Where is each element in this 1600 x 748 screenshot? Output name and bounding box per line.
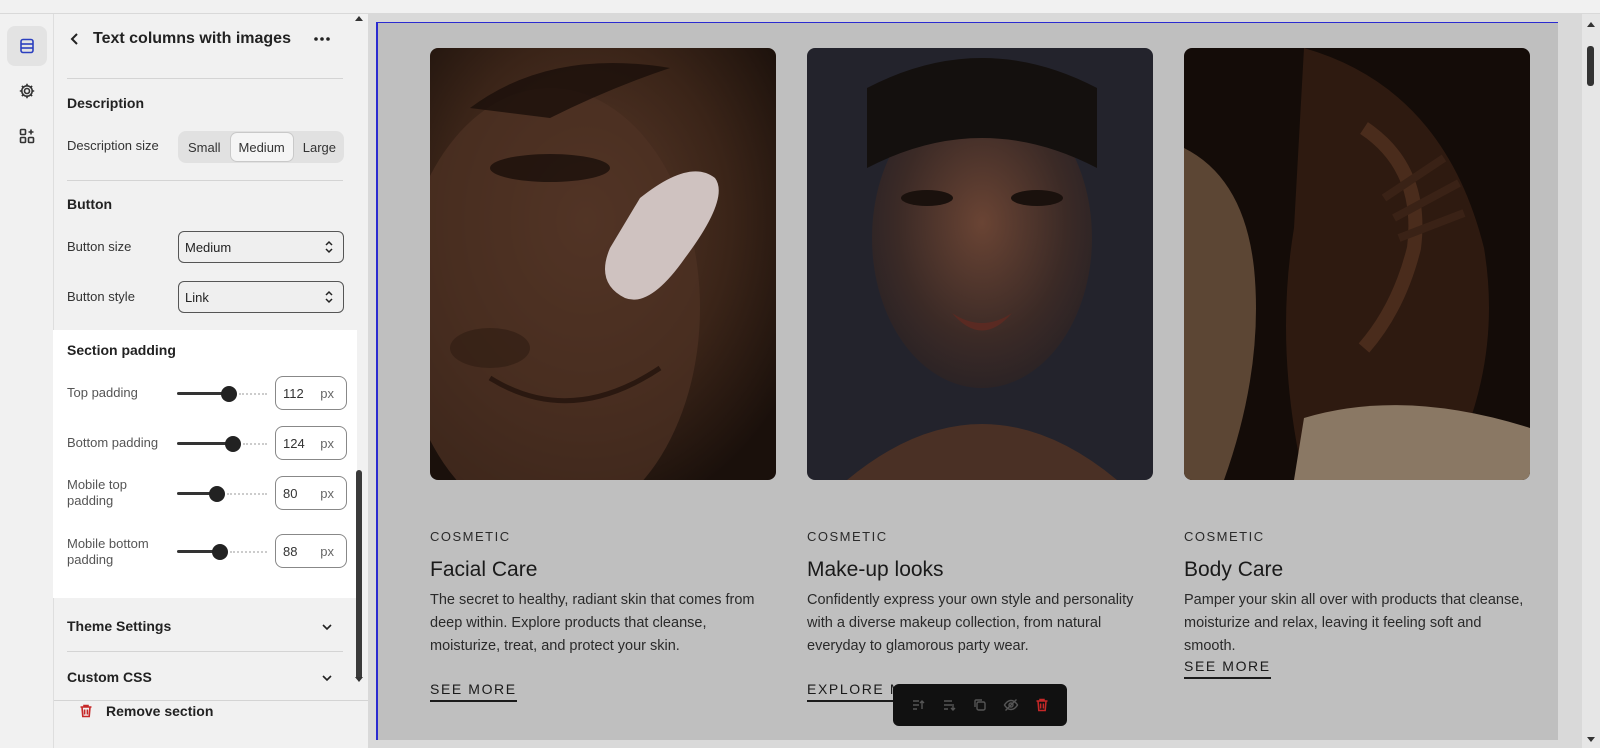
- panel-title: Text columns with images: [93, 30, 291, 47]
- bottom-padding-slider[interactable]: [177, 436, 267, 452]
- description-size-segmented: Small Medium Large: [178, 131, 344, 163]
- back-arrow-icon[interactable]: [66, 30, 84, 48]
- bottom-padding-label: Bottom padding: [67, 435, 159, 450]
- move-up-icon[interactable]: [910, 697, 926, 713]
- slider-thumb[interactable]: [212, 544, 228, 560]
- move-down-icon[interactable]: [941, 697, 957, 713]
- left-rail: [0, 14, 54, 748]
- panel-header: Text columns with images: [54, 14, 368, 64]
- delete-icon[interactable]: [1034, 697, 1050, 713]
- chevron-down-icon: [322, 624, 332, 631]
- custom-css-accordion[interactable]: Custom CSS: [67, 669, 343, 689]
- top-padding-label: Top padding: [67, 385, 138, 400]
- description-size-label: Description size: [67, 138, 159, 153]
- custom-css-label: Custom CSS: [67, 669, 152, 685]
- body-care-image: [1184, 48, 1530, 480]
- unit-label: px: [320, 386, 334, 401]
- card-description: Confidently express your own style and p…: [807, 592, 1134, 654]
- apps-nav-button[interactable]: [7, 116, 47, 156]
- remove-section-button[interactable]: Remove section: [78, 703, 213, 719]
- card-description: Pamper your skin all over with products …: [1184, 592, 1524, 654]
- panel-scrollbar[interactable]: [352, 14, 368, 748]
- scrollbar-thumb[interactable]: [356, 470, 362, 680]
- slider-thumb[interactable]: [225, 436, 241, 452]
- slider-thumb[interactable]: [209, 486, 225, 502]
- preview-area: COSMETIC Facial Care The secret to healt…: [368, 14, 1600, 748]
- mobile-bottom-padding-value: 88: [283, 544, 298, 559]
- top-bar: [0, 0, 1600, 14]
- size-option-large[interactable]: Large: [295, 133, 344, 161]
- bottom-padding-input[interactable]: 124 px: [275, 426, 347, 460]
- card-tag: COSMETIC: [1184, 529, 1265, 544]
- mobile-top-padding-label: Mobile top padding: [67, 477, 127, 508]
- theme-settings-accordion[interactable]: Theme Settings: [67, 618, 343, 638]
- see-more-link[interactable]: SEE MORE: [430, 681, 517, 702]
- unit-label: px: [320, 486, 334, 501]
- select-chevron-icon: [325, 240, 333, 254]
- top-padding-slider[interactable]: [177, 386, 267, 402]
- divider: [67, 651, 343, 652]
- button-size-select[interactable]: Medium: [178, 231, 344, 263]
- scrollbar-thumb[interactable]: [1587, 46, 1594, 86]
- card-description: The secret to healthy, radiant skin that…: [430, 592, 755, 654]
- mobile-top-padding-input[interactable]: 80 px: [275, 476, 347, 510]
- facial-care-image: [430, 48, 776, 480]
- makeup-looks-image: [807, 48, 1153, 480]
- preview-scrollbar[interactable]: [1582, 14, 1600, 748]
- sections-nav-button[interactable]: [7, 26, 47, 66]
- hide-icon[interactable]: [1003, 697, 1019, 713]
- duplicate-icon[interactable]: [972, 697, 988, 713]
- sections-icon: [20, 38, 34, 54]
- mobile-bottom-padding-label: Mobile bottom padding: [67, 536, 149, 567]
- remove-section-label: Remove section: [106, 703, 214, 719]
- mobile-top-padding-slider[interactable]: [177, 486, 267, 502]
- bottom-padding-value: 124: [283, 436, 305, 451]
- scroll-up-arrow-icon[interactable]: [355, 16, 363, 21]
- size-option-medium[interactable]: Medium: [230, 133, 293, 161]
- unit-label: px: [320, 436, 334, 451]
- slider-thumb[interactable]: [221, 386, 237, 402]
- scroll-down-arrow-icon[interactable]: [1587, 737, 1595, 742]
- description-heading: Description: [67, 95, 145, 111]
- card-title: Facial Care: [430, 558, 538, 581]
- section-toolbar: [893, 684, 1067, 726]
- unit-label: px: [320, 544, 334, 559]
- button-style-select[interactable]: Link: [178, 281, 344, 313]
- divider: [67, 180, 343, 181]
- button-size-label: Button size: [67, 239, 132, 254]
- select-chevron-icon: [325, 290, 333, 304]
- card-tag: COSMETIC: [807, 529, 888, 544]
- divider: [67, 78, 343, 79]
- apps-add-icon: [19, 128, 35, 144]
- trash-icon: [80, 704, 92, 718]
- button-size-value: Medium: [185, 239, 232, 255]
- size-option-small[interactable]: Small: [180, 133, 229, 161]
- top-padding-input[interactable]: 112 px: [275, 376, 347, 410]
- theme-settings-nav-button[interactable]: [7, 71, 47, 111]
- section-padding-heading: Section padding: [67, 342, 176, 358]
- mobile-bottom-padding-input[interactable]: 88 px: [275, 534, 347, 568]
- mobile-top-padding-value: 80: [283, 486, 298, 501]
- theme-settings-label: Theme Settings: [67, 618, 172, 634]
- button-style-label: Button style: [67, 289, 135, 304]
- scroll-down-arrow-icon[interactable]: [355, 677, 363, 682]
- card-title: Body Care: [1184, 558, 1284, 581]
- button-heading: Button: [67, 196, 113, 212]
- divider: [54, 700, 368, 701]
- top-padding-value: 112: [283, 386, 304, 401]
- see-more-link[interactable]: SEE MORE: [1184, 658, 1271, 679]
- section-padding-card: Section padding Top padding 112 px Botto…: [53, 330, 357, 598]
- card-title: Make-up looks: [807, 558, 944, 581]
- settings-gear-icon: [19, 83, 35, 99]
- scroll-up-arrow-icon[interactable]: [1587, 22, 1595, 27]
- card-tag: COSMETIC: [430, 529, 511, 544]
- more-options-icon[interactable]: [312, 30, 332, 48]
- mobile-bottom-padding-slider[interactable]: [177, 544, 267, 560]
- button-style-value: Link: [185, 289, 209, 305]
- chevron-down-icon: [322, 675, 332, 682]
- section-preview[interactable]: COSMETIC Facial Care The secret to healt…: [376, 22, 1558, 740]
